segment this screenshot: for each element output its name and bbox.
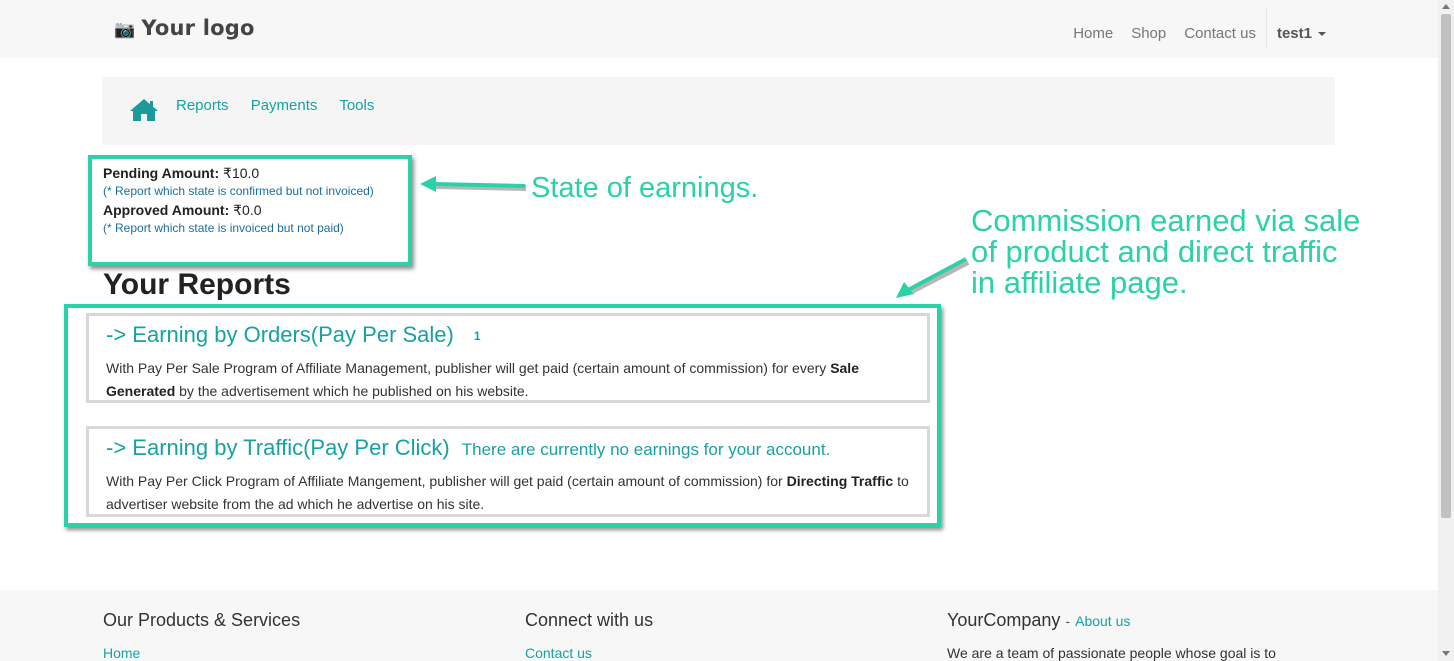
annotation-commission-line: Commission earned via sale [971, 203, 1361, 238]
arrow-to-reports [896, 257, 970, 298]
annotation-state-of-earnings: State of earnings. [531, 172, 759, 204]
report-traffic-description: With Pay Per Click Program of Affiliate … [106, 470, 916, 516]
report-traffic-title[interactable]: -> Earning by Traffic(Pay Per Click) [106, 435, 450, 460]
footer: Our Products & Services Home Connect wit… [0, 590, 1438, 661]
desc-text: by the advertisement which he published … [179, 383, 529, 399]
home-icon[interactable] [129, 97, 159, 123]
logo[interactable]: 📷 Your logo [114, 16, 255, 40]
subnav-tools[interactable]: Tools [339, 97, 374, 114]
footer-products-title: Our Products & Services [103, 610, 301, 630]
page-scrollbar[interactable] [1438, 0, 1454, 661]
scroll-up-icon[interactable] [1442, 4, 1450, 9]
highlight-box-earnings [88, 155, 412, 266]
desc-text: With Pay Per Sale Program of Affiliate M… [106, 360, 827, 376]
footer-company: YourCompany - About us We are a team of … [947, 610, 1367, 661]
scrollbar-thumb[interactable] [1441, 14, 1451, 518]
main-menu: Home Shop Contact us test1 [1055, 9, 1326, 47]
subnav-payments[interactable]: Payments [251, 97, 318, 114]
scroll-down-icon[interactable] [1442, 651, 1450, 656]
report-orders-description: With Pay Per Sale Program of Affiliate M… [106, 357, 916, 403]
orders-count-badge: 1 [473, 329, 481, 344]
desc-bold: Directing Traffic [786, 473, 894, 489]
footer-products: Our Products & Services Home [103, 610, 300, 661]
footer-company-text: We are a team of passionate people whose… [947, 645, 1276, 661]
footer-home-link[interactable]: Home [103, 645, 300, 661]
top-navbar: 📷 Your logo Home Shop Contact us test1 [0, 0, 1438, 58]
user-menu[interactable]: test1 [1277, 25, 1326, 42]
footer-separator: - [1065, 613, 1071, 629]
nav-divider [1265, 9, 1267, 47]
footer-about-link[interactable]: About us [1075, 613, 1130, 629]
desc-text: With Pay Per Click Program of Affiliate … [106, 473, 783, 489]
footer-contact-link[interactable]: Contact us [525, 645, 653, 661]
footer-connect-title: Connect with us [525, 610, 654, 630]
footer-company-name: YourCompany [947, 610, 1061, 630]
arrow-to-earnings-state [420, 176, 527, 192]
nav-contact-us[interactable]: Contact us [1184, 25, 1256, 42]
report-orders-title[interactable]: -> Earning by Orders(Pay Per Sale) [106, 322, 454, 347]
reports-heading: Your Reports [103, 268, 291, 301]
annotation-commission: Commission earned via sale of product an… [971, 205, 1401, 298]
logo-text: Your logo [141, 16, 255, 40]
caret-down-icon [1318, 31, 1326, 36]
annotation-commission-line: in affiliate page. [971, 265, 1188, 300]
camera-icon: 📷 [114, 20, 136, 40]
footer-connect: Connect with us Contact us [525, 610, 653, 661]
affiliate-subnav: Reports Payments Tools [102, 77, 1335, 145]
user-name: test1 [1276, 24, 1312, 42]
annotation-commission-line: of product and direct traffic [971, 234, 1338, 269]
nav-shop[interactable]: Shop [1131, 25, 1166, 42]
report-card-orders: -> Earning by Orders(Pay Per Sale) 1 With… [86, 313, 930, 403]
no-earnings-message: There are currently no earnings for your… [461, 440, 831, 459]
nav-home[interactable]: Home [1073, 25, 1113, 42]
subnav-reports[interactable]: Reports [176, 97, 229, 114]
report-card-traffic: -> Earning by Traffic(Pay Per Click) Ther… [86, 426, 930, 517]
